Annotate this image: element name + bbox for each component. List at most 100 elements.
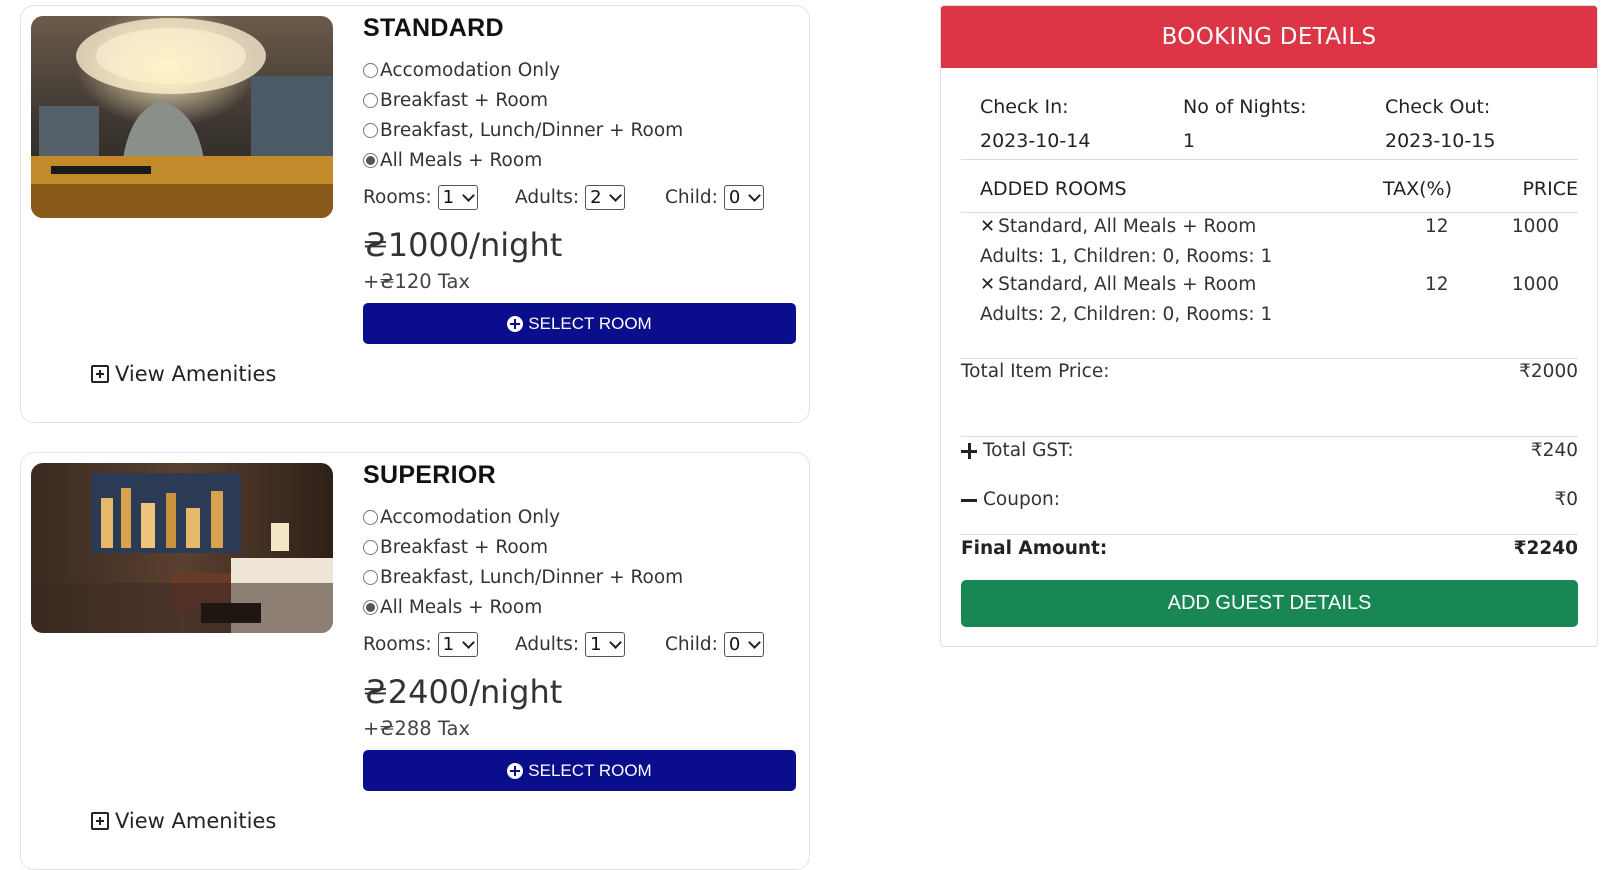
minus-icon xyxy=(961,492,977,508)
room-title: SUPERIOR xyxy=(363,461,496,489)
adults-label: Adults: xyxy=(515,187,580,208)
total-item-label: Total Item Price: xyxy=(961,361,1110,382)
button-label: SELECT ROOM xyxy=(528,760,652,780)
stay-dates: Check In: 2023-10-14 No of Nights: 1 Che… xyxy=(980,90,1580,158)
radio-button[interactable] xyxy=(363,152,378,168)
chevron-down-icon xyxy=(609,189,622,202)
radio-button[interactable] xyxy=(363,569,378,585)
entry-details: Adults: 1, Children: 0, Rooms: 1 xyxy=(980,246,1273,267)
plan-label: Breakfast, Lunch/Dinner + Room xyxy=(380,566,684,588)
adults-select[interactable]: 2 xyxy=(585,185,626,210)
entry-tax: 12 xyxy=(1425,274,1449,295)
room-price: ₴2400/night xyxy=(363,673,563,711)
radio-button[interactable] xyxy=(363,92,378,108)
chevron-down-icon xyxy=(461,189,475,202)
view-amenities-link[interactable]: View Amenities xyxy=(91,809,276,833)
final-amount-label: Final Amount: xyxy=(961,538,1108,559)
plus-square-icon xyxy=(91,812,109,830)
price-column-label: PRICE xyxy=(1522,178,1578,200)
chevron-down-icon xyxy=(748,189,761,202)
button-label: SELECT ROOM xyxy=(528,313,652,333)
total-item-row: Total Item Price: ₹2000 xyxy=(961,361,1578,382)
select-value: 1 xyxy=(442,187,455,208)
plan-label: Breakfast + Room xyxy=(380,536,549,558)
room-title: STANDARD xyxy=(363,14,504,42)
child-select[interactable]: 0 xyxy=(723,632,764,657)
room-photo-superior xyxy=(31,463,333,633)
rooms-label: Rooms: xyxy=(363,634,432,655)
plan-option[interactable]: Breakfast + Room xyxy=(363,85,799,115)
plan-label: Accomodation Only xyxy=(380,59,561,81)
entry-price: 1000 xyxy=(1511,274,1559,295)
divider xyxy=(961,358,1578,359)
child-label: Child: xyxy=(665,634,718,655)
entry-details: Adults: 2, Children: 0, Rooms: 1 xyxy=(980,304,1273,325)
room-info: STANDARD Accomodation Only Breakfast + R… xyxy=(363,14,799,344)
occupancy-selectors: Rooms: 1 Adults: 1 Child: 0 xyxy=(363,632,799,657)
entry-name: Standard, All Meals + Room xyxy=(998,216,1257,237)
child-label: Child: xyxy=(665,187,718,208)
entry-tax: 12 xyxy=(1425,216,1449,237)
check-in-label: Check In: xyxy=(980,96,1069,118)
radio-button[interactable] xyxy=(363,509,378,525)
plus-square-icon xyxy=(91,365,109,383)
meal-plan-options: Accomodation Only Breakfast + Room Break… xyxy=(363,502,799,622)
plan-label: Breakfast + Room xyxy=(380,89,549,111)
nights-label: No of Nights: xyxy=(1183,96,1307,118)
final-amount-value: ₹2240 xyxy=(1513,538,1578,559)
plan-option[interactable]: Accomodation Only xyxy=(363,55,799,85)
divider xyxy=(961,159,1578,160)
amenities-label: View Amenities xyxy=(115,809,277,833)
gst-row: Total GST: ₹240 xyxy=(961,440,1578,461)
select-room-button[interactable]: SELECT ROOM xyxy=(363,303,796,344)
plan-label: All Meals + Room xyxy=(380,596,543,618)
select-room-button[interactable]: SELECT ROOM xyxy=(363,750,796,791)
adults-select[interactable]: 1 xyxy=(585,632,626,657)
entry-name: Standard, All Meals + Room xyxy=(998,274,1257,295)
plan-option[interactable]: Accomodation Only xyxy=(363,502,799,532)
added-rooms-label: ADDED ROOMS xyxy=(980,178,1127,200)
coupon-value: ₹0 xyxy=(1554,489,1578,510)
room-card-standard: View Amenities STANDARD Accomodation Onl… xyxy=(20,5,810,423)
room-info: SUPERIOR Accomodation Only Breakfast + R… xyxy=(363,461,799,791)
entry-price: 1000 xyxy=(1511,216,1559,237)
plan-option[interactable]: Breakfast, Lunch/Dinner + Room xyxy=(363,562,799,592)
remove-icon[interactable]: ✕ xyxy=(980,216,995,237)
rooms-select[interactable]: 1 xyxy=(437,632,478,657)
nights-value: 1 xyxy=(1183,130,1196,152)
radio-button[interactable] xyxy=(363,122,378,138)
tax-column-label: TAX(%) xyxy=(1383,178,1453,200)
booking-details-panel: BOOKING DETAILS Check In: 2023-10-14 No … xyxy=(940,5,1598,647)
add-guest-details-button[interactable]: ADD GUEST DETAILS xyxy=(961,580,1578,627)
plan-option[interactable]: All Meals + Room xyxy=(363,145,799,175)
plan-option[interactable]: Breakfast + Room xyxy=(363,532,799,562)
divider xyxy=(961,212,1578,213)
room-tax: +₴120 Tax xyxy=(363,270,471,293)
radio-button[interactable] xyxy=(363,539,378,555)
select-value: 2 xyxy=(590,187,602,208)
check-in-value: 2023-10-14 xyxy=(980,130,1091,152)
child-select[interactable]: 0 xyxy=(723,185,764,210)
remove-icon[interactable]: ✕ xyxy=(980,274,995,295)
divider xyxy=(961,534,1578,535)
final-amount-row: Final Amount: ₹2240 xyxy=(961,538,1578,559)
plus-circle-icon xyxy=(507,315,524,332)
radio-button[interactable] xyxy=(363,599,378,615)
rooms-select[interactable]: 1 xyxy=(437,185,478,210)
coupon-label: Coupon: xyxy=(983,489,1060,510)
chevron-down-icon xyxy=(748,636,761,649)
check-out-value: 2023-10-15 xyxy=(1385,130,1496,152)
chevron-down-icon xyxy=(609,636,622,649)
plan-option[interactable]: Breakfast, Lunch/Dinner + Room xyxy=(363,115,799,145)
plan-label: All Meals + Room xyxy=(380,149,543,171)
check-out-label: Check Out: xyxy=(1385,96,1491,118)
select-value: 1 xyxy=(590,634,602,655)
room-card-superior: View Amenities SUPERIOR Accomodation Onl… xyxy=(20,452,810,870)
view-amenities-link[interactable]: View Amenities xyxy=(91,362,276,386)
room-tax: +₴288 Tax xyxy=(363,717,471,740)
radio-button[interactable] xyxy=(363,62,378,78)
plus-circle-icon xyxy=(507,762,524,779)
room-photo-standard xyxy=(31,16,333,218)
rooms-label: Rooms: xyxy=(363,187,432,208)
plan-option[interactable]: All Meals + Room xyxy=(363,592,799,622)
